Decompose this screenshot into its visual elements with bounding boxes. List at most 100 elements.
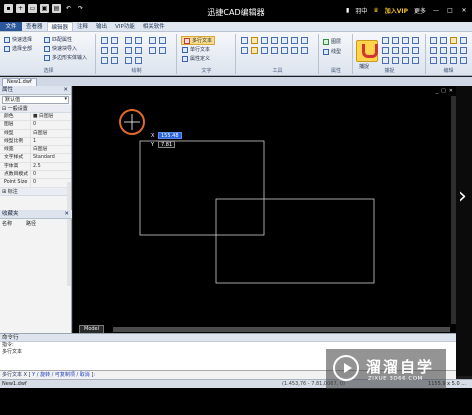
audit-icon[interactable] [291,47,298,54]
quick-select-button[interactable]: 快速选择 [4,36,32,43]
coord-x-input[interactable]: 155.48 [158,132,182,139]
scale-icon[interactable] [460,37,467,44]
property-row[interactable]: 线型比例 1 [0,137,71,147]
explode-icon[interactable] [440,57,447,64]
id-point-icon[interactable] [301,37,308,44]
tab-editor[interactable]: 编辑器 [46,22,74,31]
next-arrow-icon[interactable]: › [458,186,467,208]
polyline-icon[interactable] [111,37,118,44]
property-row[interactable]: 线宽 白图层 [0,146,71,155]
wipeout-icon[interactable] [159,47,166,54]
snap-nearest-icon[interactable] [382,57,389,64]
erase-icon[interactable] [430,57,437,64]
drawing-canvas[interactable]: X 155.48 Y 7.81 _ □ ✕ Model [73,86,456,333]
snap-endpoint-icon[interactable] [382,37,389,44]
dimension-icon[interactable] [261,37,268,44]
snap-node-icon[interactable] [412,37,419,44]
property-row[interactable]: 点数目模式 0 [0,171,71,180]
measure-icon[interactable] [241,37,248,44]
rectangle-shape-2[interactable] [215,198,375,284]
join-vip-link[interactable]: 加入VIP [385,6,408,15]
category-dimension[interactable]: ⊞ 标注 [0,187,71,196]
solid-icon[interactable] [135,57,142,64]
favorites-col-name[interactable]: 名称 [2,220,12,227]
snap-extension-icon[interactable] [392,57,399,64]
property-value[interactable]: 0 [30,171,71,179]
move-icon[interactable] [430,37,437,44]
property-row[interactable]: 线型 白图层 [0,129,71,138]
select-all-button[interactable]: 选择全部 [4,45,32,52]
distance-icon[interactable] [281,37,288,44]
snap-tangent-icon[interactable] [412,47,419,54]
model-tab[interactable]: Model [79,325,105,333]
tab-viewer[interactable]: 查看器 [22,22,47,31]
property-row[interactable]: 文字样式 Standard [0,154,71,163]
purge-icon[interactable] [281,47,288,54]
property-value[interactable]: Standard [30,154,71,162]
snap-quadrant-icon[interactable] [382,47,389,54]
rectangle-shape-1[interactable] [139,140,265,236]
canvas-restore-button[interactable]: □ [441,88,446,94]
spline-icon[interactable] [149,37,156,44]
list-icon[interactable] [291,37,298,44]
snap-perpendicular-icon[interactable] [402,47,409,54]
linetype-button[interactable]: 线型 [323,48,341,55]
mirror-icon[interactable] [430,47,437,54]
insert-icon[interactable] [251,47,258,54]
tab-output[interactable]: 输出 [92,22,111,31]
arc-icon[interactable] [135,37,142,44]
ray-icon[interactable] [101,57,108,64]
block-icon[interactable] [241,47,248,54]
region-icon[interactable] [135,47,142,54]
snap-magnet-icon[interactable] [356,40,378,62]
match-properties-button[interactable]: 匹配属性 [44,36,72,43]
favorites-col-path[interactable]: 路径 [26,220,36,227]
property-value[interactable]: 白图层 [30,129,71,137]
property-value[interactable]: 2.5 [30,162,71,171]
favorites-close-icon[interactable]: ✕ [64,210,69,219]
property-row[interactable]: 字体高 2.5 [0,162,71,172]
copy-icon[interactable] [440,37,447,44]
snap-parallel-icon[interactable] [402,57,409,64]
property-value[interactable]: 0 [30,121,71,129]
xref-icon[interactable] [271,47,278,54]
area-icon[interactable] [271,37,278,44]
xline-icon[interactable] [111,57,118,64]
image-icon[interactable] [261,47,268,54]
property-value[interactable]: ■ 白图层 [30,113,71,121]
maximize-button[interactable]: □ [446,7,454,14]
properties-close-icon[interactable]: ✕ [63,86,68,95]
close-button[interactable]: ✕ [460,7,468,14]
rotate-icon[interactable] [450,37,457,44]
canvas-close-button[interactable]: ✕ [449,88,453,94]
quick-block-import-button[interactable]: 快速块导入 [44,45,77,52]
tab-annotate[interactable]: 注释 [73,22,92,31]
ellipse-icon[interactable] [159,37,166,44]
property-value[interactable]: 白图层 [30,146,71,154]
trim-icon[interactable] [450,47,457,54]
more-menu[interactable]: 更多 [414,6,426,15]
donut-icon[interactable] [125,57,132,64]
calculator-icon[interactable] [251,37,258,44]
minimize-button[interactable]: — [432,7,440,14]
line-icon[interactable] [101,37,108,44]
snap-insertion-icon[interactable] [412,57,419,64]
tab-related-software[interactable]: 相关软件 [139,22,169,31]
properties-scrollbar[interactable] [67,182,71,286]
multiline-text-button[interactable]: 多行文本 [181,36,216,45]
command-options[interactable]: Y / 旋转 / 可复制项 / 取消 [32,372,90,378]
tab-file[interactable]: 文件 [0,22,22,31]
category-general[interactable]: ⊟ 一般设置 [0,105,71,113]
attribute-definition-button[interactable]: 属性定义 [182,55,210,62]
single-line-text-button[interactable]: 单行文本 [182,46,210,53]
tab-vip[interactable]: VIP功能 [111,22,139,31]
layers-button[interactable]: 图层 [323,38,341,45]
rectangle-icon[interactable] [125,37,132,44]
hatch-icon[interactable] [125,47,132,54]
canvas-minimize-button[interactable]: _ [436,88,439,94]
canvas-horizontal-scrollbar[interactable] [113,327,450,332]
polygon-entity-input-button[interactable]: 多边形实体输入 [44,54,87,61]
offset-icon[interactable] [440,47,447,54]
property-value[interactable]: 0 [30,179,71,187]
snap-intersection-icon[interactable] [392,47,399,54]
